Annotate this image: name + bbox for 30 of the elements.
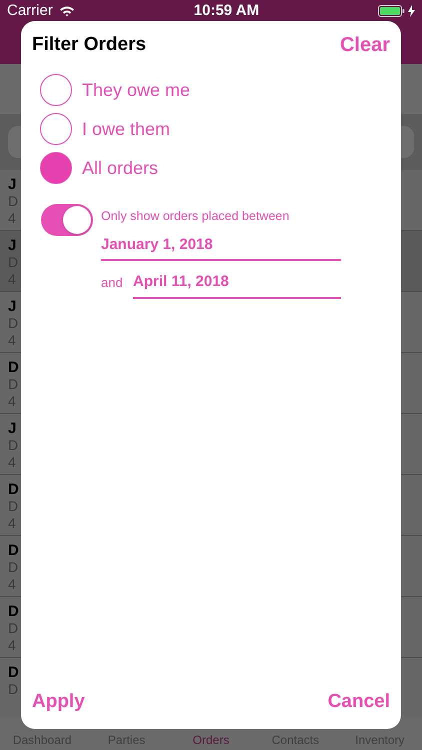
option-label: All orders: [82, 156, 158, 180]
tab-item[interactable]: Orders: [192, 731, 230, 749]
radio-button[interactable]: [40, 113, 72, 145]
start-date-field[interactable]: January 1, 2018: [101, 234, 341, 262]
charging-icon: [408, 5, 415, 17]
order-title: D: [8, 542, 19, 559]
order-title: D: [8, 359, 19, 376]
date-range-label: Only show orders placed between: [101, 208, 290, 225]
carrier-label: Carrier: [7, 0, 53, 21]
dialog-title: Filter Orders: [32, 32, 146, 57]
order-title: J: [8, 176, 16, 193]
apply-button[interactable]: Apply: [32, 688, 85, 716]
radio-button[interactable]: [40, 152, 72, 184]
order-title: J: [8, 298, 16, 315]
wifi-icon: [58, 5, 75, 17]
clock-label: 10:59 AM: [194, 0, 260, 21]
end-date-field[interactable]: April 11, 2018: [133, 271, 341, 299]
order-title: D: [8, 664, 19, 681]
cancel-button[interactable]: Cancel: [328, 688, 390, 716]
option-label: I owe them: [82, 118, 170, 140]
battery-icon: [378, 5, 405, 17]
clear-button[interactable]: Clear: [340, 30, 390, 60]
order-title: D: [8, 481, 19, 498]
radio-button[interactable]: [40, 74, 72, 106]
order-title: J: [8, 237, 16, 254]
toggle-switch[interactable]: [41, 204, 93, 236]
order-title: D: [8, 603, 19, 620]
and-label: and: [101, 274, 124, 292]
option-label: They owe me: [82, 78, 190, 102]
order-title: J: [8, 420, 16, 437]
